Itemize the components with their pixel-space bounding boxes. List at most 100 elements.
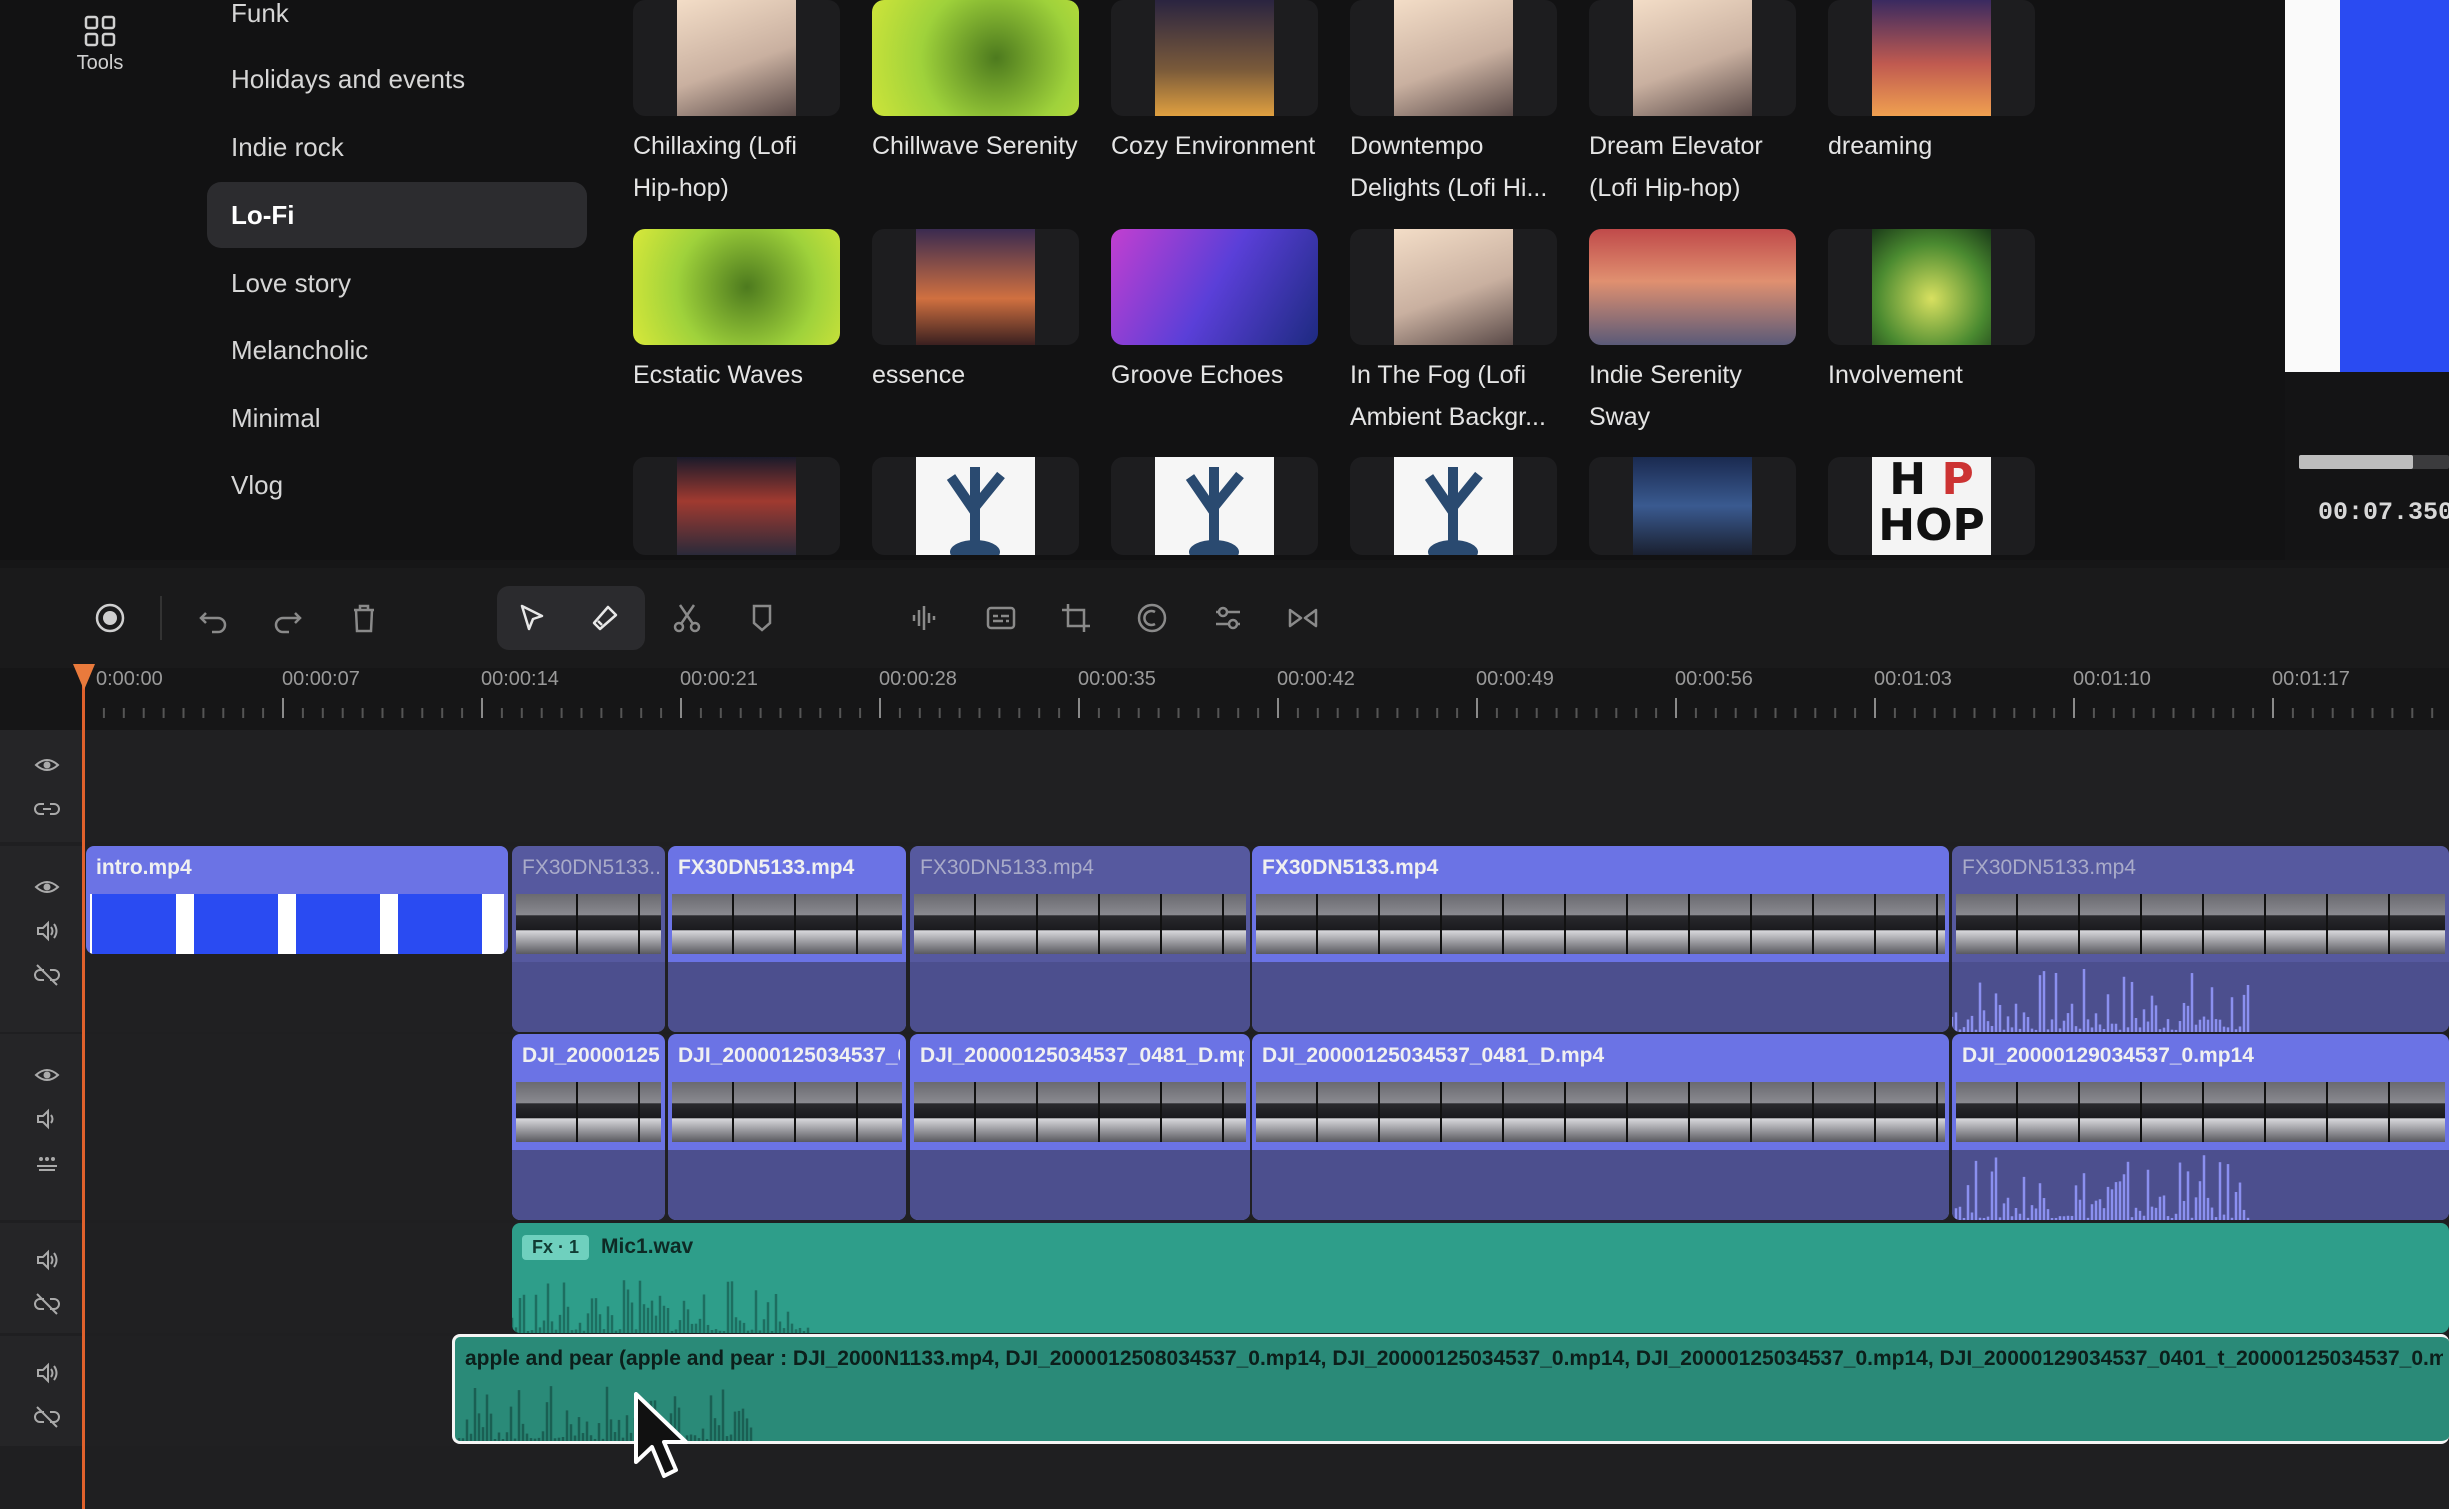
- visibility-toggle[interactable]: [30, 870, 64, 904]
- music-thumbnail: [633, 229, 840, 345]
- track-overlay[interactable]: [82, 730, 2449, 842]
- clip-waveform: [455, 1386, 753, 1441]
- blade-tool-button[interactable]: [575, 588, 635, 648]
- clip-frame: [1380, 1082, 1442, 1142]
- music-thumbnail: [1589, 229, 1796, 345]
- clip-label: FX30DN5133.mp4: [920, 856, 1094, 879]
- split-button[interactable]: [657, 588, 717, 648]
- video-clip[interactable]: FX30DN5133...: [512, 846, 665, 1032]
- video-clip[interactable]: FX30DN5133.mp4: [1252, 846, 1949, 1032]
- video-clip[interactable]: FX30DN5133.mp4: [1952, 846, 2449, 1032]
- clip-frame: [734, 894, 796, 954]
- music-title: Chillwave Serenity: [872, 132, 1078, 160]
- lock-toggle[interactable]: [30, 958, 64, 992]
- category-minimal[interactable]: Minimal: [207, 385, 587, 451]
- category-vlog[interactable]: Vlog: [207, 452, 587, 518]
- clip-frame: [1566, 894, 1628, 954]
- clip-label: FX30DN5133.mp4: [678, 856, 855, 879]
- clip-waveform: [512, 1280, 810, 1333]
- video-clip[interactable]: FX30DN5133.mp4: [668, 846, 906, 1032]
- clip-frame: [1224, 1082, 1246, 1142]
- undo-button[interactable]: [183, 588, 243, 648]
- music-thumbnail: [872, 457, 1079, 555]
- redo-button[interactable]: [258, 588, 318, 648]
- clip-filmstrip: [914, 894, 1246, 954]
- preview-scrub-fill: [2299, 455, 2413, 469]
- transition-button[interactable]: [1273, 588, 1333, 648]
- video-clip[interactable]: FX30DN5133.mp4: [910, 846, 1250, 1032]
- music-title: Downtempo: [1350, 132, 1484, 160]
- mute-toggle[interactable]: [30, 1102, 64, 1136]
- category-indie-rock[interactable]: Indie rock: [207, 114, 587, 180]
- category-love-story[interactable]: Love story: [207, 250, 587, 316]
- category-melancholic[interactable]: Melancholic: [207, 317, 587, 383]
- speed-icon: [1137, 603, 1167, 633]
- crop-button[interactable]: [1046, 588, 1106, 648]
- audio-split-button[interactable]: [895, 588, 955, 648]
- video-clip[interactable]: DJI_20000125034537_0481_D.mp4: [910, 1034, 1250, 1220]
- eye-icon: [34, 1069, 60, 1081]
- timeline-ruler[interactable]: 0:00:00 00:00:07 00:00:14 00:00:21 00:00…: [0, 668, 2449, 730]
- video-clip[interactable]: DJI_20000125: [512, 1034, 665, 1220]
- music-title: Involvement: [1828, 361, 1963, 389]
- link-toggle[interactable]: [30, 792, 64, 826]
- clip-frame: [1256, 1082, 1318, 1142]
- delete-button[interactable]: [334, 588, 394, 648]
- category-funk[interactable]: Funk: [207, 0, 587, 46]
- record-icon: [95, 603, 125, 633]
- clip-frame: [914, 1082, 976, 1142]
- effects-toggle[interactable]: [30, 1146, 64, 1180]
- eye-icon: [34, 759, 60, 771]
- fx-badge[interactable]: Fx · 1: [522, 1235, 590, 1260]
- clip-audio-zone: [910, 1150, 1250, 1220]
- tools-button[interactable]: Tools: [40, 14, 160, 84]
- music-title: dreaming: [1828, 132, 1933, 160]
- video-clip[interactable]: DJI_20000125034537_0: [668, 1034, 906, 1220]
- track-header-audio-1: [0, 1223, 82, 1333]
- visibility-toggle[interactable]: [30, 748, 64, 782]
- music-title: Groove Echoes: [1111, 361, 1284, 389]
- clip-audio-zone: [512, 1150, 665, 1220]
- audio-clip-selected[interactable]: apple and pear (apple and pear : DJI_200…: [452, 1334, 2449, 1444]
- clip-frame: [92, 894, 184, 954]
- video-clip-intro[interactable]: intro.mp4: [86, 846, 508, 954]
- music-thumbnail: [1589, 0, 1796, 116]
- adjust-button[interactable]: [1198, 588, 1258, 648]
- clip-frame: [1224, 894, 1246, 954]
- audio-clip-mic1[interactable]: Fx · 1 Mic1.wav: [512, 1223, 2449, 1333]
- playhead-handle[interactable]: [73, 664, 95, 690]
- clip-frame: [1628, 894, 1690, 954]
- mute-toggle[interactable]: [30, 1243, 64, 1277]
- toolbar-divider: [160, 596, 162, 640]
- mute-toggle[interactable]: [30, 914, 64, 948]
- category-lofi[interactable]: Lo-Fi: [207, 182, 587, 248]
- select-tool-button[interactable]: [502, 588, 562, 648]
- clip-frame: [1814, 894, 1876, 954]
- music-title: Indie Serenity: [1589, 361, 1742, 389]
- speed-button[interactable]: [1122, 588, 1182, 648]
- visibility-toggle[interactable]: [30, 1058, 64, 1092]
- clip-frame: [578, 1082, 640, 1142]
- category-holidays[interactable]: Holidays and events: [207, 46, 587, 112]
- hiphop-text-p: P: [1941, 457, 1974, 505]
- clip-frame: [1442, 1082, 1504, 1142]
- mute-toggle[interactable]: [30, 1356, 64, 1390]
- video-clip[interactable]: DJI_20000129034537_0.mp14: [1952, 1034, 2449, 1220]
- unlink-icon: [34, 1293, 60, 1315]
- lock-toggle[interactable]: [30, 1287, 64, 1321]
- music-thumbnail: [1111, 457, 1318, 555]
- timeline-toolbar: [0, 568, 2449, 668]
- marker-button[interactable]: [732, 588, 792, 648]
- clip-frame: [1504, 1082, 1566, 1142]
- track-header-overlay: [0, 730, 82, 842]
- clip-frame: [1752, 894, 1814, 954]
- subtitle-button[interactable]: [971, 588, 1031, 648]
- speaker-icon: [37, 1108, 54, 1130]
- clip-frame: [398, 894, 490, 954]
- hiphop-text-h2: H: [1878, 500, 1916, 551]
- playhead-line[interactable]: [82, 664, 85, 1509]
- record-button[interactable]: [80, 588, 140, 648]
- lock-toggle[interactable]: [30, 1400, 64, 1434]
- video-clip[interactable]: DJI_20000125034537_0481_D.mp4: [1252, 1034, 1949, 1220]
- shield-icon: [752, 604, 772, 632]
